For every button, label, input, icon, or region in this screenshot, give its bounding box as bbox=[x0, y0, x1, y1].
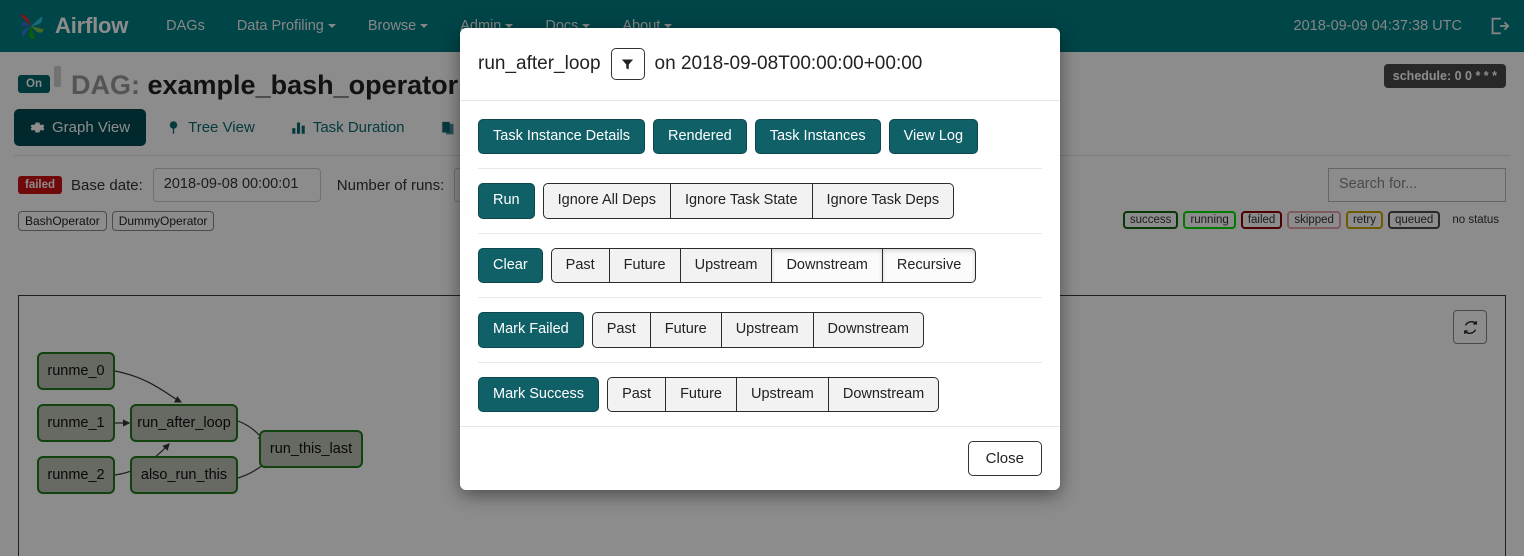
mark-failed-row: Mark Failed Past Future Upstream Downstr… bbox=[478, 297, 1042, 361]
run-button[interactable]: Run bbox=[478, 183, 535, 218]
mark-failed-button[interactable]: Mark Failed bbox=[478, 312, 584, 347]
run-option-ignore-all-deps[interactable]: Ignore All Deps bbox=[543, 183, 671, 218]
mark-success-option-downstream[interactable]: Downstream bbox=[829, 377, 939, 412]
task-instances-button[interactable]: Task Instances bbox=[755, 119, 881, 154]
modal-footer: Close bbox=[460, 426, 1060, 490]
clear-option-past[interactable]: Past bbox=[551, 248, 610, 283]
mark-success-options-group: Past Future Upstream Downstream bbox=[607, 377, 939, 412]
run-options-group: Ignore All Deps Ignore Task State Ignore… bbox=[543, 183, 955, 218]
mark-success-option-future[interactable]: Future bbox=[666, 377, 737, 412]
mark-failed-option-upstream[interactable]: Upstream bbox=[722, 312, 814, 347]
clear-option-future[interactable]: Future bbox=[610, 248, 681, 283]
clear-option-upstream[interactable]: Upstream bbox=[681, 248, 773, 283]
run-option-ignore-task-state[interactable]: Ignore Task State bbox=[671, 183, 813, 218]
rendered-button[interactable]: Rendered bbox=[653, 119, 747, 154]
mark-failed-options-group: Past Future Upstream Downstream bbox=[592, 312, 924, 347]
run-row: Run Ignore All Deps Ignore Task State Ig… bbox=[478, 168, 1042, 232]
clear-row: Clear Past Future Upstream Downstream Re… bbox=[478, 233, 1042, 297]
mark-failed-option-past[interactable]: Past bbox=[592, 312, 651, 347]
mark-success-button[interactable]: Mark Success bbox=[478, 377, 599, 412]
clear-button[interactable]: Clear bbox=[478, 248, 543, 283]
mark-failed-option-downstream[interactable]: Downstream bbox=[814, 312, 924, 347]
mark-failed-option-future[interactable]: Future bbox=[651, 312, 722, 347]
clear-options-group: Past Future Upstream Downstream Recursiv… bbox=[551, 248, 977, 283]
clear-option-recursive[interactable]: Recursive bbox=[883, 248, 976, 283]
mark-success-option-upstream[interactable]: Upstream bbox=[737, 377, 829, 412]
view-log-button[interactable]: View Log bbox=[889, 119, 978, 154]
modal-execution-date: on 2018-09-08T00:00:00+00:00 bbox=[655, 53, 923, 75]
modal-task-id: run_after_loop bbox=[478, 53, 601, 75]
task-instance-details-button[interactable]: Task Instance Details bbox=[478, 119, 645, 154]
mark-success-row: Mark Success Past Future Upstream Downst… bbox=[478, 362, 1042, 426]
clear-option-downstream[interactable]: Downstream bbox=[772, 248, 882, 283]
airflow-graph-view-page: Airflow DAGs Data Profiling Browse Admin… bbox=[0, 0, 1524, 556]
modal-header: run_after_loop on 2018-09-08T00:00:00+00… bbox=[460, 28, 1060, 101]
modal-body: Task Instance Details Rendered Task Inst… bbox=[460, 101, 1060, 426]
close-button[interactable]: Close bbox=[968, 441, 1042, 476]
links-row: Task Instance Details Rendered Task Inst… bbox=[478, 105, 1042, 168]
filter-upstream-button[interactable] bbox=[611, 48, 645, 80]
filter-funnel-icon bbox=[620, 57, 635, 72]
mark-success-option-past[interactable]: Past bbox=[607, 377, 666, 412]
task-instance-modal: run_after_loop on 2018-09-08T00:00:00+00… bbox=[460, 28, 1060, 490]
run-option-ignore-task-deps[interactable]: Ignore Task Deps bbox=[813, 183, 955, 218]
